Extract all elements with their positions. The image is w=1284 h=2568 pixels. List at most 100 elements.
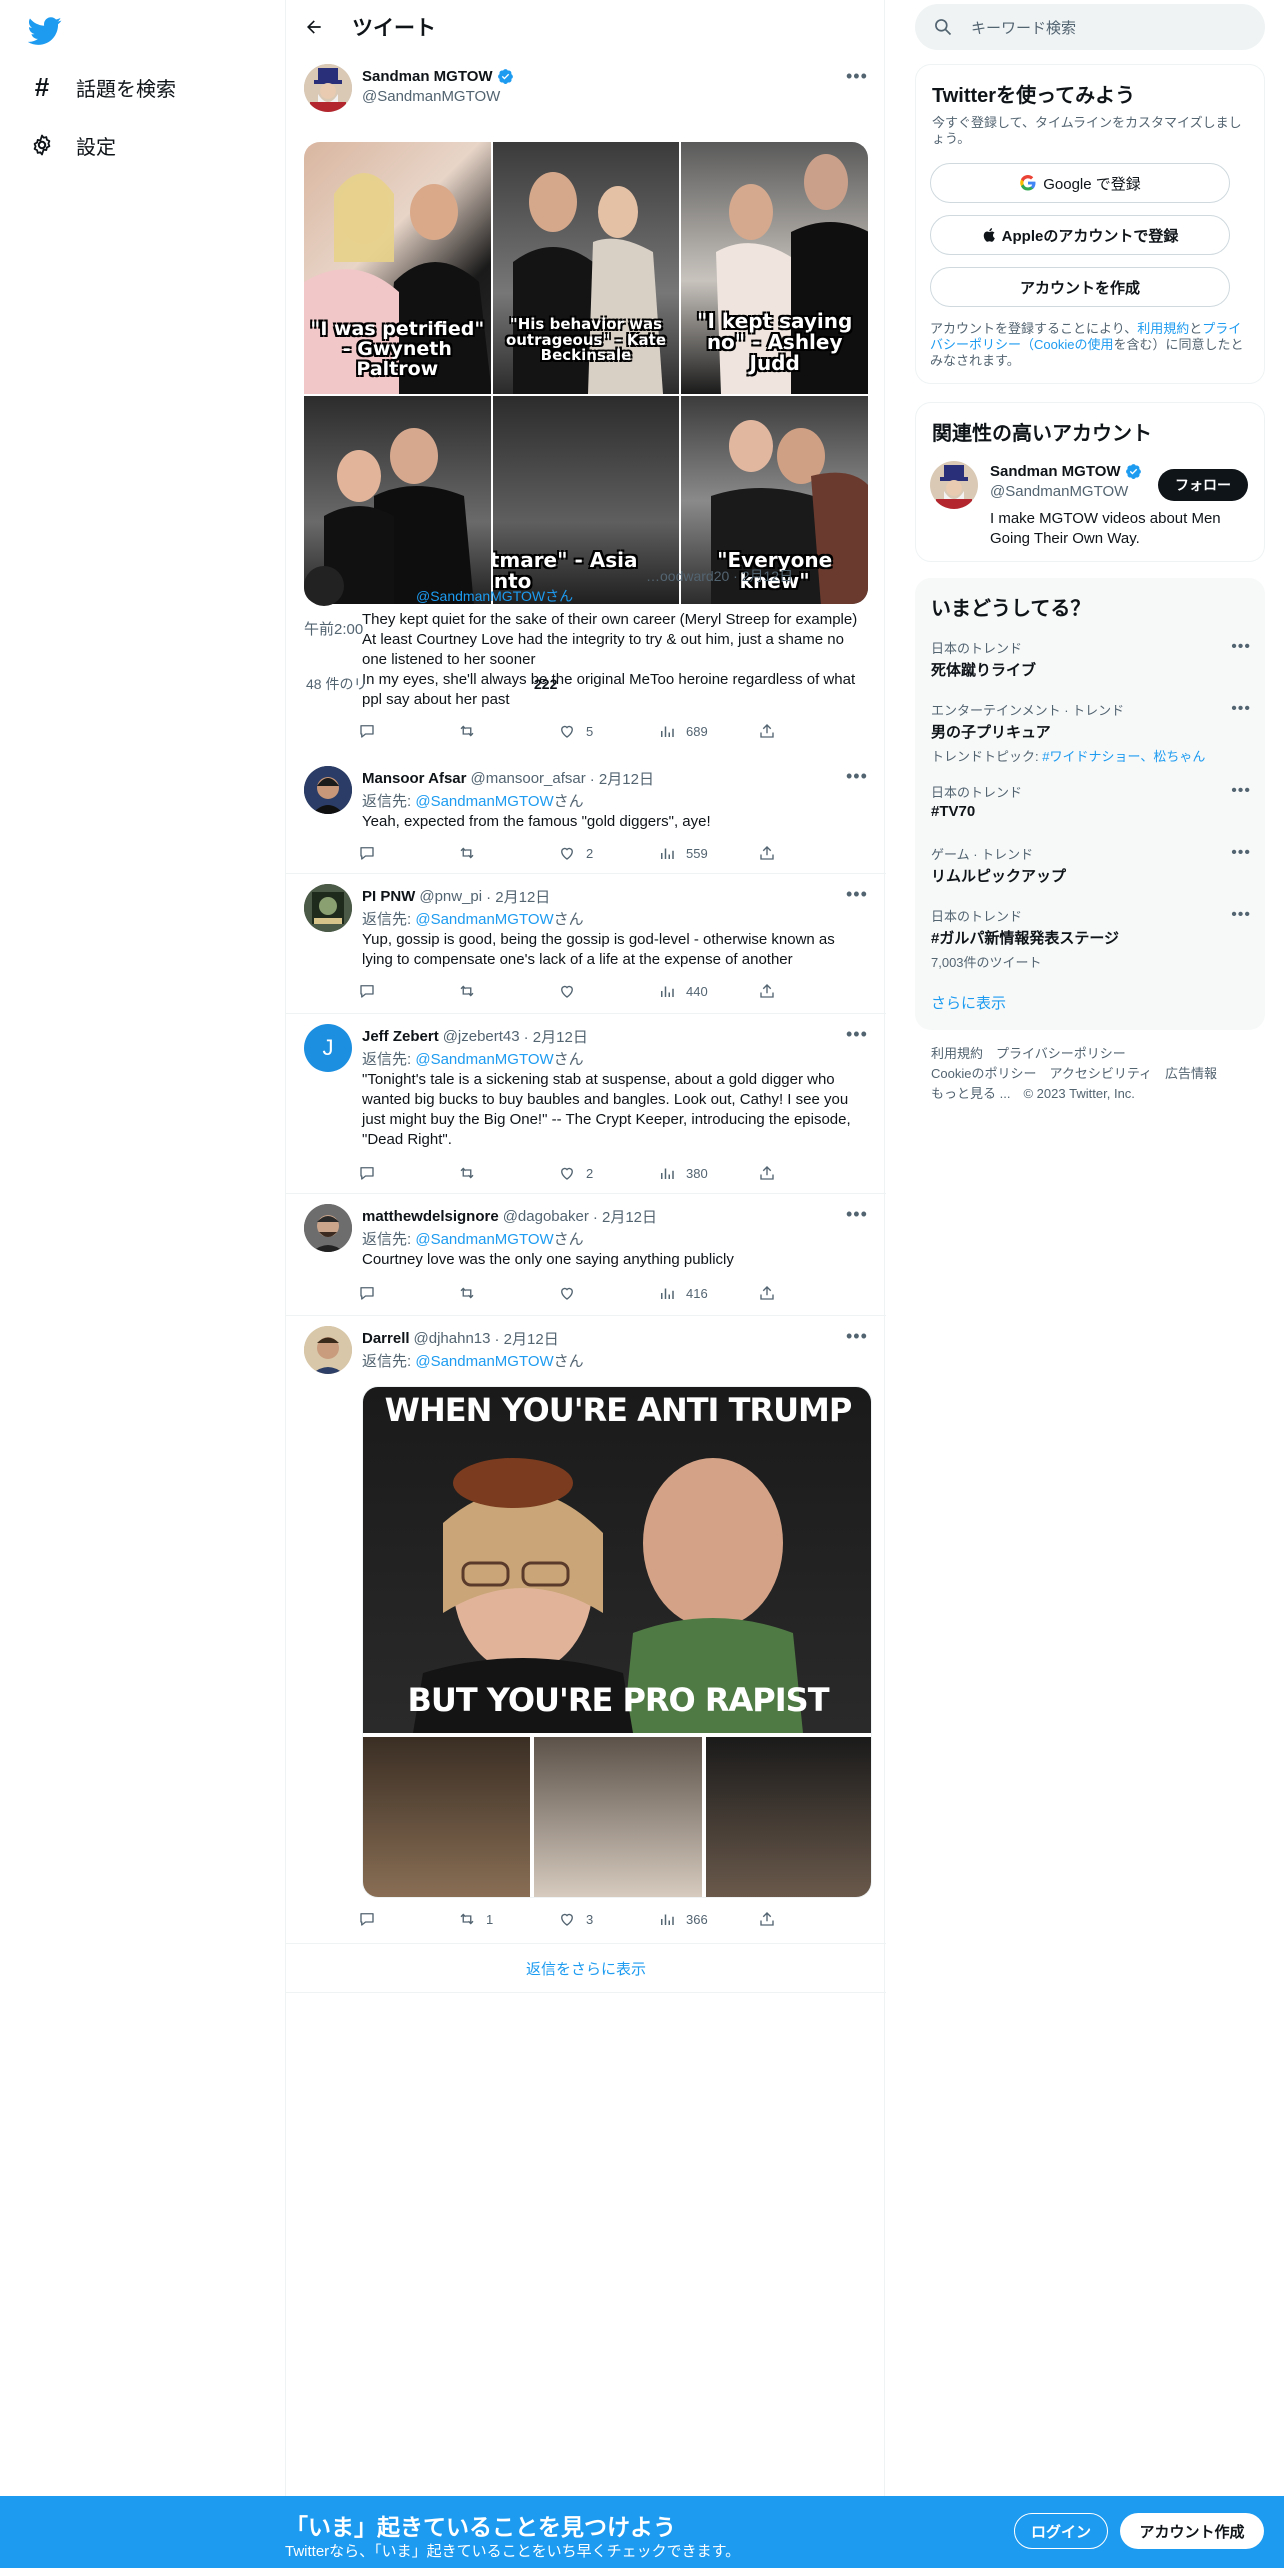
author-name[interactable]: Sandman MGTOW bbox=[362, 68, 493, 85]
apple-signup-button[interactable]: Appleのアカウントで登録 bbox=[930, 215, 1230, 255]
retweet-action[interactable] bbox=[458, 722, 548, 740]
trend-item[interactable]: 日本のトレンド #ガルパ新情報発表ステージ 7,003件のツイート ••• bbox=[931, 906, 1251, 971]
nav-settings[interactable]: 設定 bbox=[28, 125, 116, 165]
footer-line-2[interactable]: Cookieのポリシー アクセシビリティ 広告情報 bbox=[931, 1064, 1251, 1084]
related-name[interactable]: Sandman MGTOW bbox=[990, 463, 1121, 480]
trend-item[interactable]: 日本のトレンド #TV70 ••• bbox=[931, 782, 1251, 820]
author-name[interactable]: Darrell bbox=[362, 1330, 410, 1347]
share-action[interactable] bbox=[758, 1284, 798, 1302]
avatar[interactable] bbox=[930, 461, 978, 509]
more-options-icon[interactable]: ••• bbox=[846, 1204, 868, 1225]
reply-action[interactable] bbox=[358, 1164, 448, 1182]
author-name[interactable]: Jeff Zebert bbox=[362, 1028, 439, 1045]
reply-tweet[interactable]: Darrell @djhahn13 · 2月12日 ••• 返信先: @Sand… bbox=[286, 1316, 886, 1944]
tweet-date[interactable]: · 2月12日 bbox=[590, 768, 654, 789]
share-action[interactable] bbox=[758, 1910, 798, 1928]
like-action[interactable]: 2 bbox=[558, 844, 648, 862]
retweet-action[interactable] bbox=[458, 844, 548, 862]
share-action[interactable] bbox=[758, 982, 798, 1000]
views-action[interactable]: 689 bbox=[658, 722, 748, 740]
avatar[interactable] bbox=[304, 566, 344, 606]
reply-tweet[interactable]: matthewdelsignore @dagobaker · 2月12日 •••… bbox=[286, 1194, 886, 1316]
reply-to-link[interactable]: @SandmanMGTOW bbox=[415, 911, 553, 928]
search-box[interactable]: キーワード検索 bbox=[915, 4, 1265, 50]
reply-to-link[interactable]: @SandmanMGTOW bbox=[415, 1051, 553, 1068]
trends-show-more-link[interactable]: さらに表示 bbox=[931, 992, 1006, 1013]
trend-more-icon[interactable]: ••• bbox=[1231, 844, 1251, 862]
tweet-time[interactable]: 午前2:00 bbox=[304, 620, 363, 640]
author-handle[interactable]: @SandmanMGTOW bbox=[362, 88, 500, 105]
stats-fragment-2[interactable]: 222 bbox=[534, 674, 557, 694]
trend-more-icon[interactable]: ••• bbox=[1231, 700, 1251, 718]
avatar[interactable] bbox=[304, 64, 352, 112]
trend-item[interactable]: ゲーム · トレンド リムルピックアップ ••• bbox=[931, 844, 1251, 886]
reply-to-link[interactable]: @SandmanMGTOW bbox=[415, 1353, 553, 1370]
nav-explore[interactable]: # 話題を検索 bbox=[28, 67, 176, 107]
trend-more-icon[interactable]: ••• bbox=[1231, 638, 1251, 656]
avatar[interactable] bbox=[304, 766, 352, 814]
trend-item[interactable]: 日本のトレンド 死体蹴りライブ ••• bbox=[931, 638, 1251, 680]
more-options-icon[interactable]: ••• bbox=[846, 1326, 868, 1347]
author-handle[interactable]: @djhahn13 bbox=[414, 1330, 491, 1347]
photo-kate[interactable]: "His behavior was outrageous" - Kate Bec… bbox=[492, 142, 680, 394]
reply-to-link[interactable]: @SandmanMGTOW bbox=[415, 1231, 553, 1248]
like-action[interactable]: 2 bbox=[558, 1164, 648, 1182]
tweet-date[interactable]: · 2月12日 bbox=[495, 1328, 559, 1349]
related-handle[interactable]: @SandmanMGTOW bbox=[990, 483, 1128, 500]
share-action[interactable] bbox=[758, 722, 798, 740]
views-action[interactable]: 440 bbox=[658, 982, 748, 1000]
more-options-icon[interactable]: ••• bbox=[846, 66, 868, 87]
views-action[interactable]: 380 bbox=[658, 1164, 748, 1182]
author-handle[interactable]: @jzebert43 bbox=[443, 1028, 520, 1045]
avatar[interactable] bbox=[304, 884, 352, 932]
trend-item[interactable]: エンターテインメント · トレンド 男の子プリキュア トレンドトピック: #ワイ… bbox=[931, 700, 1251, 765]
like-action[interactable]: 5 bbox=[558, 722, 648, 740]
like-action[interactable]: 3 bbox=[558, 1910, 648, 1928]
tweet-date[interactable]: · 2月12日 bbox=[524, 1026, 588, 1047]
author-name[interactable]: Mansoor Afsar bbox=[362, 770, 466, 787]
author-handle[interactable]: @pnw_pi bbox=[419, 888, 482, 905]
views-action[interactable]: 559 bbox=[658, 844, 748, 862]
show-more-replies-link[interactable]: 返信をさらに表示 bbox=[286, 1958, 886, 1979]
share-action[interactable] bbox=[758, 1164, 798, 1182]
reply-tweet[interactable]: PI PNW @pnw_pi · 2月12日 ••• 返信先: @Sandman… bbox=[286, 874, 886, 1014]
retweet-action[interactable] bbox=[458, 1164, 548, 1182]
views-action[interactable]: 366 bbox=[658, 1910, 748, 1928]
reply-action[interactable] bbox=[358, 722, 448, 740]
reply-to-link[interactable]: @SandmanMGTOW bbox=[415, 793, 553, 810]
retweet-action[interactable] bbox=[458, 1284, 548, 1302]
trend-more-icon[interactable]: ••• bbox=[1231, 782, 1251, 800]
stats-fragment[interactable]: 48 件のリ bbox=[306, 674, 367, 694]
reply-action[interactable] bbox=[358, 1284, 448, 1302]
related-name-row[interactable]: Sandman MGTOW bbox=[990, 463, 1142, 480]
more-options-icon[interactable]: ••• bbox=[846, 766, 868, 787]
retweet-action[interactable] bbox=[458, 982, 548, 1000]
author-name[interactable]: matthewdelsignore bbox=[362, 1208, 499, 1225]
author-handle[interactable]: @dagobaker bbox=[503, 1208, 589, 1225]
reply-action[interactable] bbox=[358, 844, 448, 862]
google-signup-button[interactable]: Google で登録 bbox=[930, 163, 1230, 203]
tweet-image-collage[interactable]: "I was petrified" - Gwyneth Paltrow "His… bbox=[304, 142, 868, 604]
like-action[interactable] bbox=[558, 1284, 648, 1302]
reply-action[interactable] bbox=[358, 1910, 448, 1928]
follow-button[interactable]: フォロー bbox=[1158, 469, 1248, 501]
reply-action[interactable] bbox=[358, 982, 448, 1000]
more-options-icon[interactable]: ••• bbox=[846, 1024, 868, 1045]
reply-tweet[interactable]: J Jeff Zebert @jzebert43 · 2月12日 ••• 返信先… bbox=[286, 1014, 886, 1194]
avatar[interactable]: J bbox=[304, 1024, 352, 1072]
author-handle[interactable]: @mansoor_afsar bbox=[470, 770, 585, 787]
avatar[interactable] bbox=[304, 1204, 352, 1252]
overlap-reply-to[interactable]: @SandmanMGTOWさん bbox=[416, 586, 573, 606]
footer-line-3[interactable]: もっと見る ... © 2023 Twitter, Inc. bbox=[931, 1084, 1251, 1104]
login-button[interactable]: ログイン bbox=[1014, 2513, 1108, 2549]
trend-topic-link[interactable]: #ワイドナショー、松ちゃん bbox=[1042, 749, 1205, 764]
reply-tweet[interactable]: Mansoor Afsar @mansoor_afsar · 2月12日 •••… bbox=[286, 756, 886, 874]
trend-more-icon[interactable]: ••• bbox=[1231, 906, 1251, 924]
tweet-date[interactable]: · 2月12日 bbox=[486, 886, 550, 907]
signup-button[interactable]: アカウント作成 bbox=[1120, 2513, 1264, 2549]
meme-image[interactable]: WHEN YOU'RE ANTI TRUMP BUT YOU'RE PRO RA… bbox=[362, 1386, 872, 1898]
author-name-row[interactable]: Sandman MGTOW bbox=[362, 68, 514, 85]
terms-link[interactable]: 利用規約 bbox=[1137, 321, 1189, 336]
views-action[interactable]: 416 bbox=[658, 1284, 748, 1302]
tweet-date[interactable]: · 2月12日 bbox=[593, 1206, 657, 1227]
